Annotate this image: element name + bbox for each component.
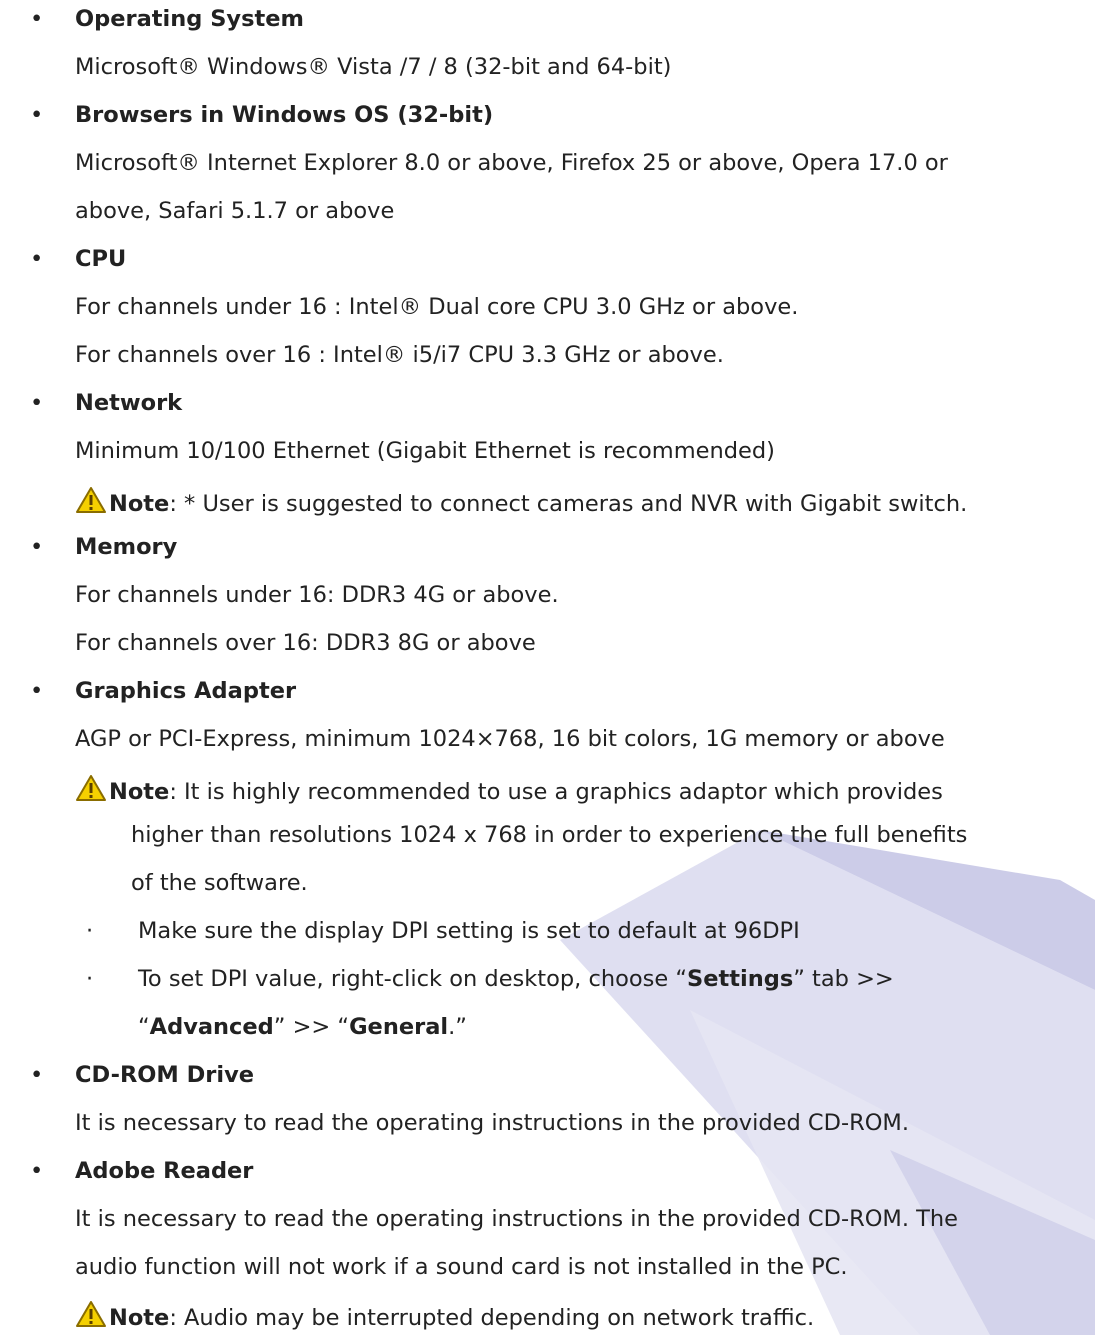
- bullet-marker: •: [30, 1158, 44, 1184]
- sub-item-set-dpi: To set DPI value, right-click on desktop…: [138, 966, 894, 992]
- sub-item-text: .”: [448, 1014, 467, 1040]
- bullet-marker: •: [30, 534, 44, 560]
- section-heading-graphics-adapter: Graphics Adapter: [75, 678, 297, 704]
- note-text: : Audio may be interrupted depending on …: [169, 1305, 815, 1331]
- advanced-emphasis: Advanced: [149, 1014, 274, 1040]
- note-label: Note: [109, 1305, 170, 1331]
- sub-bullet-marker: ·: [86, 918, 94, 944]
- section-heading-browsers: Browsers in Windows OS (32-bit): [75, 102, 494, 128]
- section-text: For channels under 16: DDR3 4G or above.: [75, 582, 559, 608]
- general-emphasis: General: [349, 1014, 449, 1040]
- section-heading-cd-rom-drive: CD-ROM Drive: [75, 1062, 255, 1088]
- sub-bullet-marker: ·: [86, 966, 94, 992]
- section-heading-cpu: CPU: [75, 246, 127, 272]
- note-line: Note: Audio may be interrupted depending…: [75, 1300, 814, 1331]
- section-text: For channels over 16 : Intel® i5/i7 CPU …: [75, 342, 724, 368]
- section-text: audio function will not work if a sound …: [75, 1254, 848, 1280]
- note-text: : It is highly recommended to use a grap…: [169, 779, 943, 805]
- bullet-marker: •: [30, 390, 44, 416]
- note-label: Note: [109, 491, 170, 517]
- note-line: Note: It is highly recommended to use a …: [75, 774, 943, 805]
- sub-item-text: ” tab >>: [793, 966, 894, 992]
- sub-item-dpi-default: Make sure the display DPI setting is set…: [138, 918, 800, 944]
- bullet-marker: •: [30, 246, 44, 272]
- section-text: For channels over 16: DDR3 8G or above: [75, 630, 536, 656]
- section-text: above, Safari 5.1.7 or above: [75, 198, 395, 224]
- note-text-continued: higher than resolutions 1024 x 768 in or…: [131, 822, 968, 848]
- note-label: Note: [109, 779, 170, 805]
- section-text: For channels under 16 : Intel® Dual core…: [75, 294, 799, 320]
- bullet-marker: •: [30, 6, 44, 32]
- section-text: It is necessary to read the operating in…: [75, 1110, 909, 1136]
- section-heading-adobe-reader: Adobe Reader: [75, 1158, 254, 1184]
- bullet-marker: •: [30, 678, 44, 704]
- bullet-marker: •: [30, 102, 44, 128]
- section-text: Minimum 10/100 Ethernet (Gigabit Etherne…: [75, 438, 775, 464]
- section-text: Microsoft® Windows® Vista /7 / 8 (32-bit…: [75, 54, 672, 80]
- note-line: Note: * User is suggested to connect cam…: [75, 486, 967, 517]
- note-text: : * User is suggested to connect cameras…: [169, 491, 968, 517]
- bullet-marker: •: [30, 1062, 44, 1088]
- sub-item-text: ” >> “: [273, 1014, 350, 1040]
- warning-triangle-icon: [76, 775, 106, 801]
- section-heading-network: Network: [75, 390, 183, 416]
- note-text-continued: of the software.: [131, 870, 308, 896]
- settings-emphasis: Settings: [687, 966, 794, 992]
- sub-item-text: To set DPI value, right-click on desktop…: [138, 966, 687, 992]
- sub-item-set-dpi-continued: “Advanced” >> “General.”: [138, 1014, 467, 1040]
- warning-triangle-icon: [76, 1301, 106, 1327]
- section-text: It is necessary to read the operating in…: [75, 1206, 958, 1232]
- section-text: AGP or PCI-Express, minimum 1024×768, 16…: [75, 726, 945, 752]
- section-heading-memory: Memory: [75, 534, 178, 560]
- sub-item-text: “: [138, 1014, 150, 1040]
- section-text: Microsoft® Internet Explorer 8.0 or abov…: [75, 150, 948, 176]
- warning-triangle-icon: [76, 487, 106, 513]
- section-heading-operating-system: Operating System: [75, 6, 304, 32]
